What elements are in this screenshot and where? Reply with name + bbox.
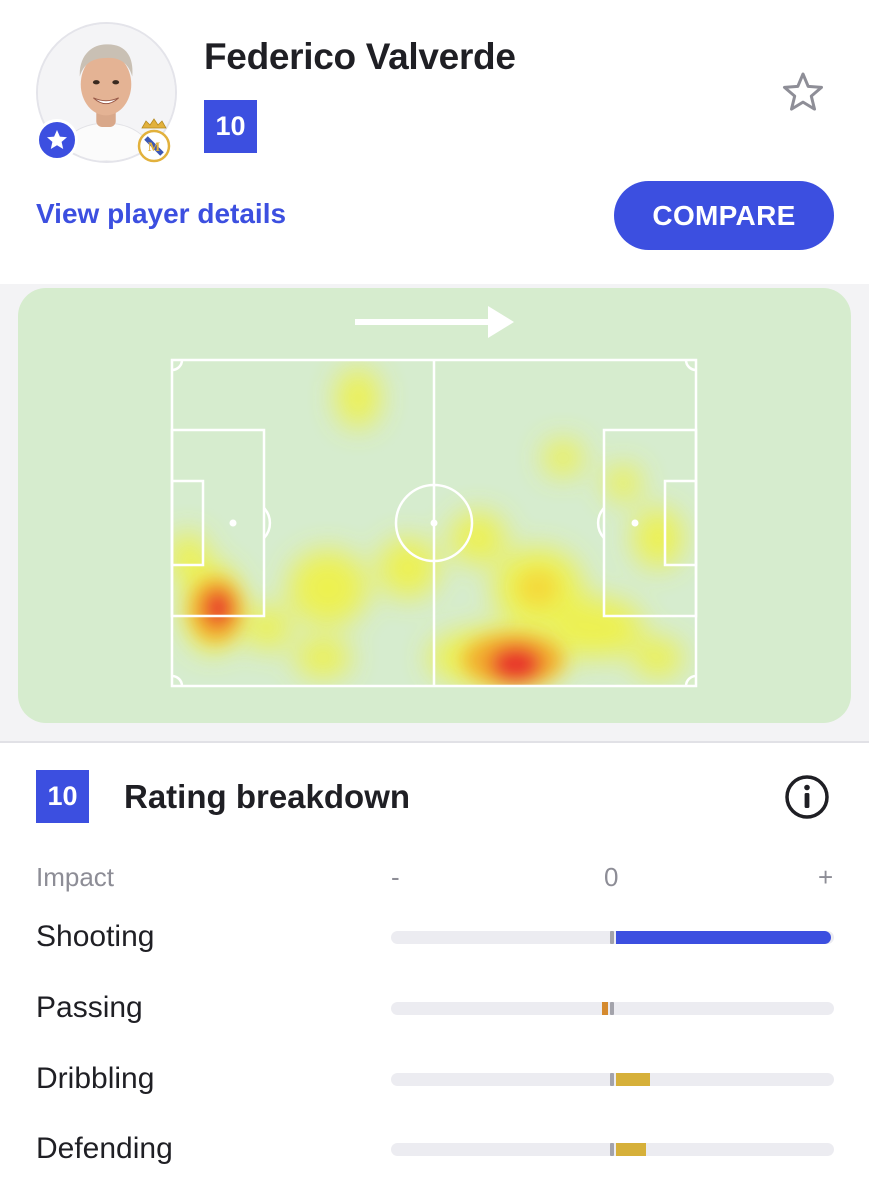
follow-player-button[interactable]	[780, 70, 826, 116]
impact-zero-tick	[610, 931, 614, 944]
impact-bar-shooting	[391, 931, 834, 944]
breakdown-rating-badge: 10	[36, 770, 89, 823]
impact-fill-defending	[616, 1143, 647, 1156]
favorite-player-badge	[36, 119, 78, 161]
impact-row-label-passing: Passing	[36, 991, 143, 1024]
impact-scale-minus: -	[391, 862, 400, 892]
impact-row-label-shooting: Shooting	[36, 920, 155, 953]
heatmap-pitch	[170, 306, 698, 688]
section-divider	[0, 741, 869, 743]
real-madrid-crest-icon: M	[137, 118, 171, 163]
impact-row-label-defending: Defending	[36, 1132, 173, 1165]
impact-bar-passing	[391, 1002, 834, 1015]
star-icon	[47, 130, 67, 149]
impact-row-label-dribbling: Dribbling	[36, 1062, 155, 1095]
rating-info-button[interactable]	[783, 773, 831, 821]
player-rating-badge: 10	[204, 100, 257, 153]
heatmap-section	[0, 284, 869, 742]
impact-bar-dribbling	[391, 1073, 834, 1086]
impact-zero-tick	[610, 1073, 614, 1086]
arrow-right-icon	[355, 306, 514, 338]
heatmap-density	[172, 368, 683, 686]
impact-scale-plus: +	[818, 862, 834, 892]
heatmap-card	[18, 288, 851, 723]
player-name: Federico Valverde	[204, 36, 516, 77]
rating-breakdown-title: Rating breakdown	[124, 778, 411, 815]
impact-header-label: Impact	[36, 862, 115, 892]
star-outline-icon	[783, 72, 823, 111]
compare-button[interactable]: COMPARE	[614, 181, 834, 250]
impact-fill-passing	[601, 1002, 608, 1015]
player-header: M Federico Valverde 10 View player detai…	[0, 0, 869, 284]
impact-zero-tick	[610, 1143, 614, 1156]
club-badge: M	[134, 116, 174, 164]
impact-fill-shooting	[616, 931, 831, 944]
info-icon	[785, 775, 829, 819]
impact-zero-tick	[610, 1002, 614, 1015]
impact-bar-defending	[391, 1143, 834, 1156]
impact-fill-dribbling	[616, 1073, 651, 1086]
view-player-details-link[interactable]: View player details	[36, 198, 286, 230]
impact-scale-zero: 0	[604, 862, 619, 892]
svg-text:M: M	[148, 139, 160, 154]
